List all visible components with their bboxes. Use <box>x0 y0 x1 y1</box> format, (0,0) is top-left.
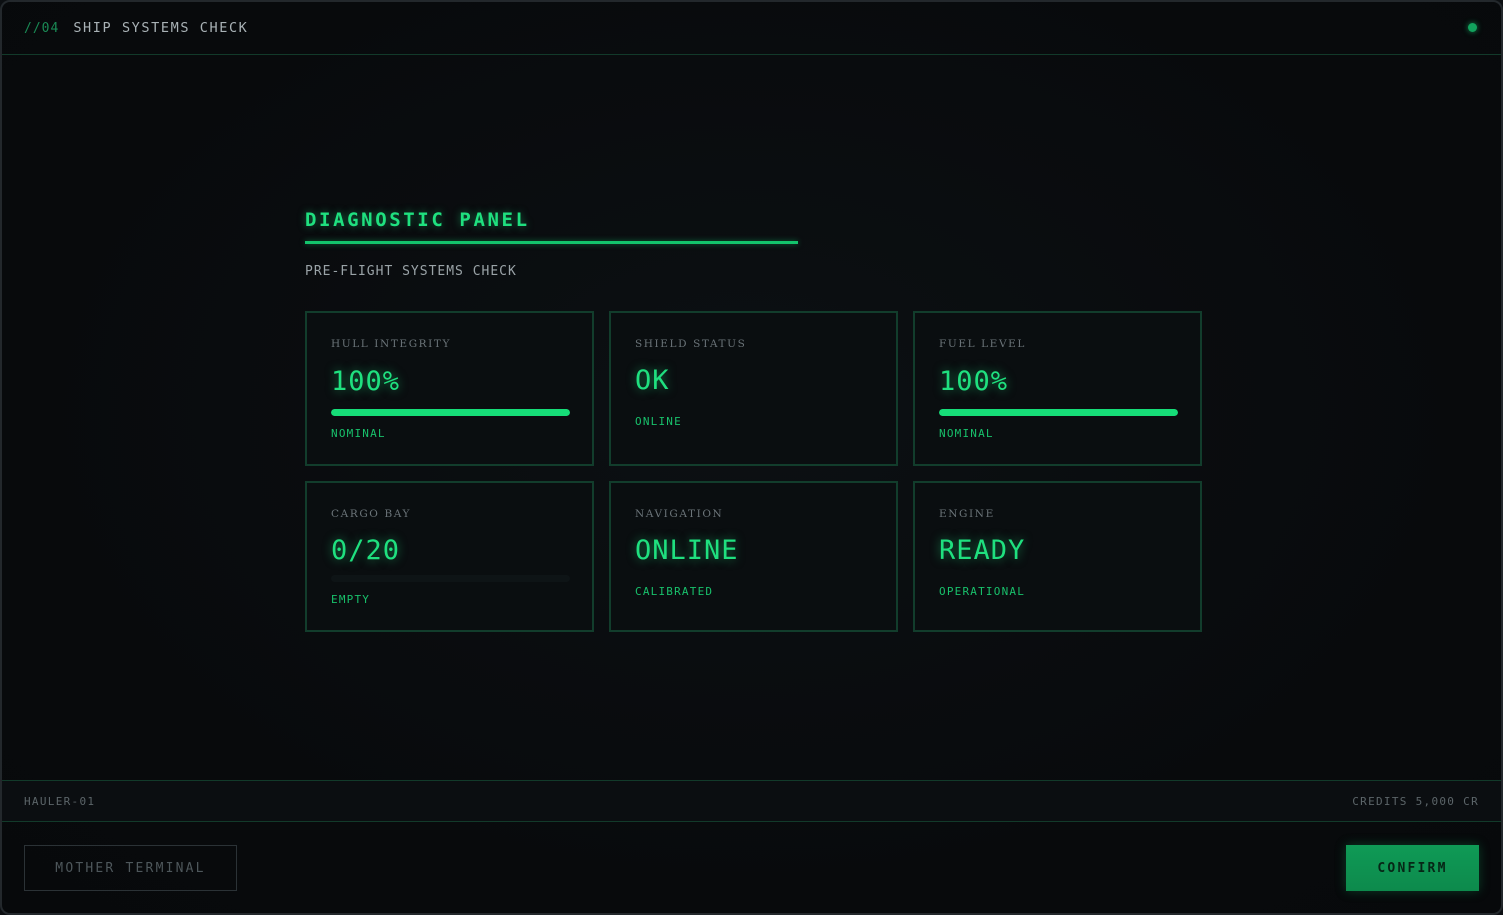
step-indicator: //04 <box>24 20 60 36</box>
card-cargo-bay: CARGO BAY 0/20 EMPTY <box>305 481 594 632</box>
progress-bar <box>939 409 1178 416</box>
card-state: NOMINAL <box>331 427 386 440</box>
card-label: ENGINE <box>939 508 995 520</box>
credits-readout: CREDITS 5,000 CR <box>1352 795 1479 808</box>
panel-subtitle: PRE-FLIGHT SYSTEMS CHECK <box>305 264 517 279</box>
card-engine: ENGINE READY OPERATIONAL <box>913 481 1202 632</box>
progress-fill <box>331 409 570 416</box>
app-window: //04 SHIP SYSTEMS CHECK DIAGNOSTIC PANEL… <box>0 0 1503 915</box>
card-value: OK <box>635 365 670 396</box>
card-state: EMPTY <box>331 593 371 606</box>
card-value: READY <box>939 535 1026 566</box>
panel-title: DIAGNOSTIC PANEL <box>305 209 530 231</box>
card-label: HULL INTEGRITY <box>331 338 452 350</box>
card-value: 0/20 <box>331 535 401 566</box>
card-hull-integrity: HULL INTEGRITY 100% NOMINAL <box>305 311 594 466</box>
card-state: CALIBRATED <box>635 585 714 598</box>
header-bar: //04 SHIP SYSTEMS CHECK <box>2 2 1501 55</box>
card-state: OPERATIONAL <box>939 585 1026 598</box>
card-label: FUEL LEVEL <box>939 338 1026 350</box>
card-state: NOMINAL <box>939 427 994 440</box>
card-label: SHIELD STATUS <box>635 338 747 350</box>
progress-bar <box>331 409 570 416</box>
mother-terminal-button[interactable]: MOTHER TERMINAL <box>24 845 237 891</box>
confirm-button[interactable]: CONFIRM <box>1346 845 1479 891</box>
card-navigation: NAVIGATION ONLINE CALIBRATED <box>609 481 898 632</box>
diagnostic-panel: DIAGNOSTIC PANEL PRE-FLIGHT SYSTEMS CHEC… <box>305 207 1205 632</box>
title-divider <box>305 241 798 244</box>
card-value: 100% <box>939 366 1009 397</box>
card-fuel-level: FUEL LEVEL 100% NOMINAL <box>913 311 1202 466</box>
card-value: 100% <box>331 366 401 397</box>
progress-bar <box>331 575 570 582</box>
status-indicator-icon <box>1468 23 1477 32</box>
card-label: NAVIGATION <box>635 508 724 520</box>
screen-title: SHIP SYSTEMS CHECK <box>73 20 249 36</box>
card-label: CARGO BAY <box>331 508 412 520</box>
card-value: ONLINE <box>635 535 739 566</box>
card-state: ONLINE <box>635 415 682 428</box>
ship-id: HAULER-01 <box>24 795 96 808</box>
info-bar: HAULER-01 CREDITS 5,000 CR <box>2 780 1501 822</box>
progress-fill <box>939 409 1178 416</box>
card-shield-status: SHIELD STATUS OK ONLINE <box>609 311 898 466</box>
